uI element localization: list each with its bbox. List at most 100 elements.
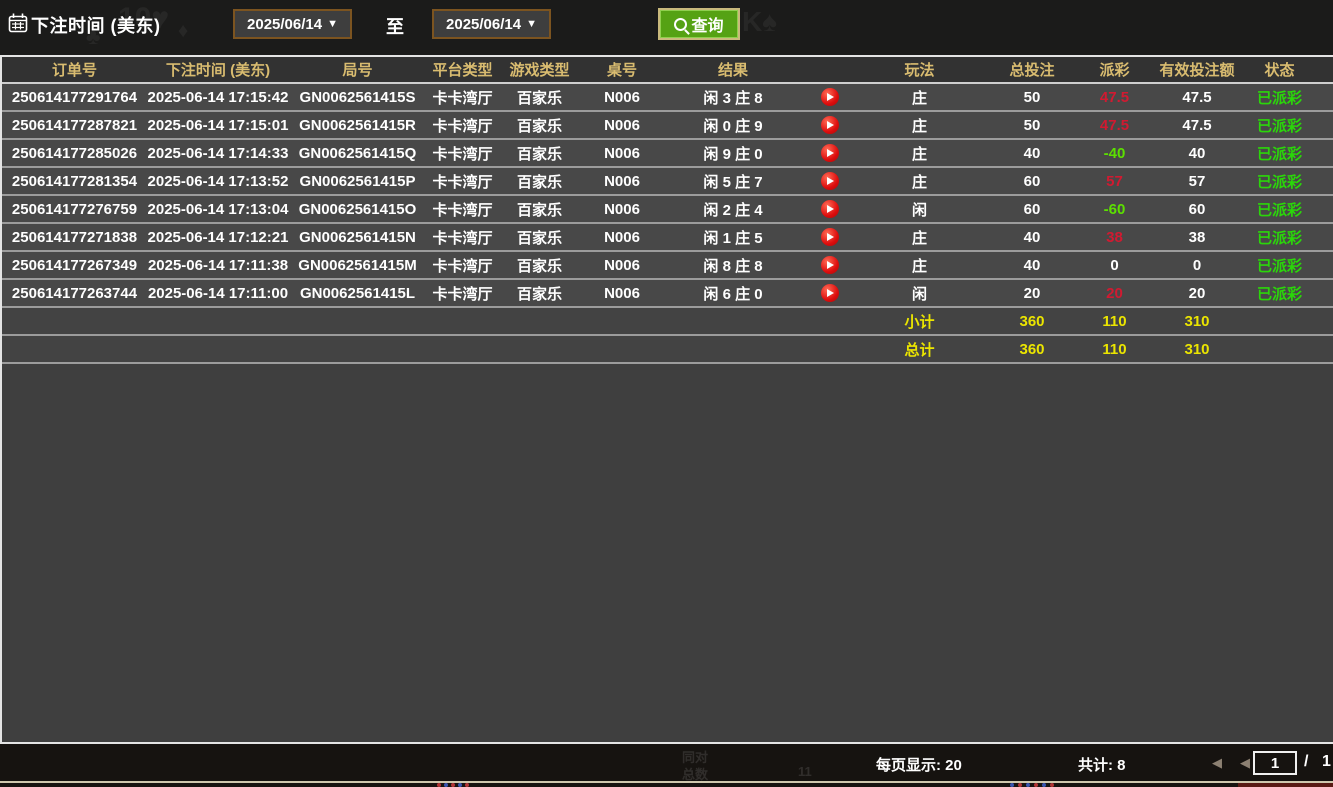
- cell-valid-bet: 47.5: [1147, 83, 1247, 111]
- page-input[interactable]: 1: [1253, 751, 1297, 775]
- cell-payout: 0: [1082, 251, 1147, 279]
- replay-icon[interactable]: [821, 200, 839, 218]
- cell-table-no: N006: [580, 111, 664, 139]
- table-row: 250614177291764 2025-06-14 17:15:42 GN00…: [2, 83, 1333, 111]
- cell-play-type: 闲: [857, 195, 982, 223]
- status-badge: 已派彩: [1247, 111, 1312, 139]
- total-count-label: 共计: 8: [1078, 754, 1126, 775]
- play-triangle-icon: [827, 93, 834, 101]
- replay-icon[interactable]: [821, 228, 839, 246]
- subtotal-total-bet: 360: [982, 307, 1082, 335]
- play-triangle-icon: [827, 261, 834, 269]
- subtotal-row: 小计 360 110 310: [2, 307, 1333, 335]
- cell-result: 闲 5 庄 7: [664, 167, 802, 195]
- cell-game-type: 百家乐: [499, 223, 580, 251]
- cell-total-bet: 40: [982, 251, 1082, 279]
- header-payout: 派彩: [1082, 57, 1147, 83]
- cell-result: 闲 2 庄 4: [664, 195, 802, 223]
- cell-payout: 47.5: [1082, 111, 1147, 139]
- replay-icon[interactable]: [821, 144, 839, 162]
- roadmap-bead: [444, 783, 448, 787]
- cell-round-no: GN0062561415L: [289, 279, 426, 307]
- date-from-value: 2025/06/14: [247, 16, 322, 33]
- betting-records-window: 10♥ ♣ K♠ ♦ 下注时间 (美东) 2025/06/14 ▼ 至 2025…: [0, 0, 1333, 787]
- card-pattern-decor: ♦: [178, 20, 188, 43]
- roadmap-bead: [458, 783, 462, 787]
- header-table-no: 桌号: [580, 57, 664, 83]
- prev-page-button[interactable]: ◀: [1240, 755, 1250, 771]
- cell-valid-bet: 38: [1147, 223, 1247, 251]
- cell-result: 闲 8 庄 8: [664, 251, 802, 279]
- play-triangle-icon: [827, 233, 834, 241]
- total-pages-label: 1: [1322, 753, 1331, 771]
- table-header-row: 订单号 下注时间 (美东) 局号 平台类型 游戏类型 桌号 结果 玩法 总投注 …: [2, 57, 1333, 83]
- underlying-red-panel: [1238, 783, 1333, 787]
- query-button[interactable]: 查询: [658, 8, 740, 40]
- replay-icon[interactable]: [821, 116, 839, 134]
- page-title: 下注时间 (美东): [31, 12, 161, 38]
- header-valid-bet: 有效投注额: [1147, 57, 1247, 83]
- table-row: 250614177267349 2025-06-14 17:11:38 GN00…: [2, 251, 1333, 279]
- play-triangle-icon: [827, 149, 834, 157]
- cell-replay: [802, 279, 857, 307]
- ghost-underlying-text: 11: [798, 764, 812, 779]
- cell-bet-time: 2025-06-14 17:13:04: [147, 195, 289, 223]
- betting-records-table: 订单号 下注时间 (美东) 局号 平台类型 游戏类型 桌号 结果 玩法 总投注 …: [2, 57, 1333, 364]
- first-page-button[interactable]: ◀: [1212, 755, 1222, 771]
- roadmap-bead: [465, 783, 469, 787]
- table-row: 250614177285026 2025-06-14 17:14:33 GN00…: [2, 139, 1333, 167]
- cell-valid-bet: 60: [1147, 195, 1247, 223]
- header-bet-time: 下注时间 (美东): [147, 57, 289, 83]
- replay-icon[interactable]: [821, 284, 839, 302]
- replay-icon[interactable]: [821, 256, 839, 274]
- cell-clipped: [1312, 195, 1333, 223]
- date-from-select[interactable]: 2025/06/14 ▼: [233, 9, 352, 39]
- cell-clipped: [1312, 139, 1333, 167]
- header-status: 状态: [1247, 57, 1312, 83]
- cell-replay: [802, 83, 857, 111]
- query-button-label: 查询: [691, 12, 723, 36]
- header-result: 结果: [664, 57, 802, 83]
- header-platform: 平台类型: [426, 57, 499, 83]
- cell-game-type: 百家乐: [499, 167, 580, 195]
- filter-bar: 10♥ ♣ K♠ ♦ 下注时间 (美东) 2025/06/14 ▼ 至 2025…: [0, 0, 1333, 55]
- cell-round-no: GN0062561415S: [289, 83, 426, 111]
- cell-game-type: 百家乐: [499, 139, 580, 167]
- date-to-select[interactable]: 2025/06/14 ▼: [432, 9, 551, 39]
- cell-replay: [802, 139, 857, 167]
- status-badge: 已派彩: [1247, 139, 1312, 167]
- table-row: 250614177263744 2025-06-14 17:11:00 GN00…: [2, 279, 1333, 307]
- cell-clipped: [1312, 279, 1333, 307]
- page-separator: /: [1304, 753, 1308, 771]
- replay-icon[interactable]: [821, 88, 839, 106]
- cell-valid-bet: 20: [1147, 279, 1247, 307]
- cell-result: 闲 1 庄 5: [664, 223, 802, 251]
- cell-replay: [802, 251, 857, 279]
- underlying-page-sliver: [0, 783, 1333, 787]
- cell-platform: 卡卡湾厅: [426, 195, 499, 223]
- status-badge: 已派彩: [1247, 251, 1312, 279]
- per-page-label: 每页显示: 20: [876, 754, 962, 775]
- cell-game-type: 百家乐: [499, 83, 580, 111]
- cell-table-no: N006: [580, 279, 664, 307]
- roadmap-bead: [1050, 783, 1054, 787]
- replay-icon[interactable]: [821, 172, 839, 190]
- play-triangle-icon: [827, 205, 834, 213]
- cell-payout: 57: [1082, 167, 1147, 195]
- grand-total-label: 总计: [857, 335, 982, 363]
- subtotal-valid-bet: 310: [1147, 307, 1247, 335]
- chevron-down-icon: ▼: [327, 18, 338, 30]
- cell-platform: 卡卡湾厅: [426, 83, 499, 111]
- cell-table-no: N006: [580, 251, 664, 279]
- cell-total-bet: 40: [982, 139, 1082, 167]
- cell-payout: 47.5: [1082, 83, 1147, 111]
- grand-total-valid-bet: 310: [1147, 335, 1247, 363]
- cell-round-no: GN0062561415M: [289, 251, 426, 279]
- cell-play-type: 闲: [857, 279, 982, 307]
- play-triangle-icon: [827, 177, 834, 185]
- cell-game-type: 百家乐: [499, 251, 580, 279]
- cell-play-type: 庄: [857, 111, 982, 139]
- cell-round-no: GN0062561415P: [289, 167, 426, 195]
- cell-play-type: 庄: [857, 167, 982, 195]
- cell-bet-time: 2025-06-14 17:15:42: [147, 83, 289, 111]
